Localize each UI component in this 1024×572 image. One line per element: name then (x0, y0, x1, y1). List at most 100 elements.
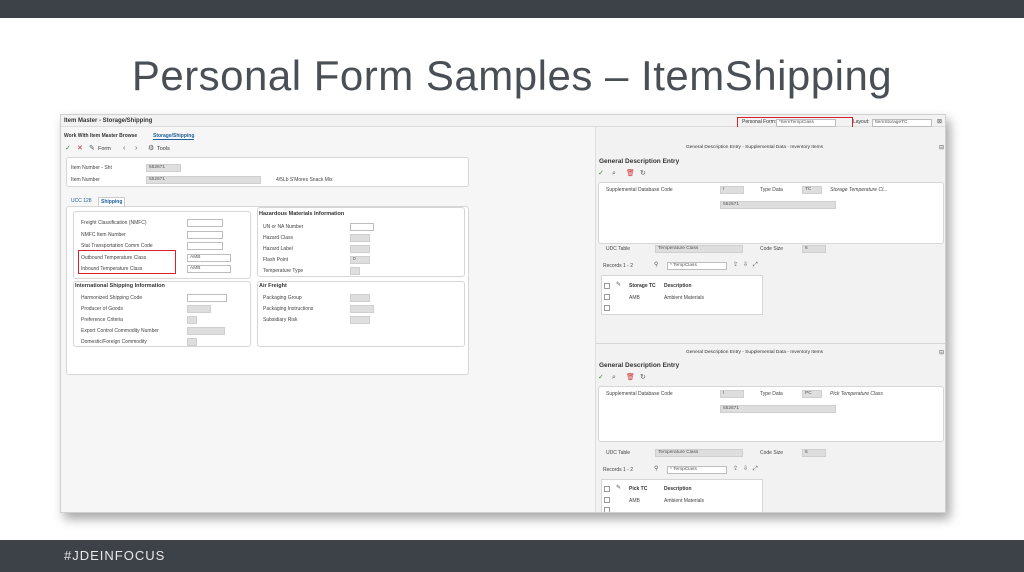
form-menu[interactable]: Form (98, 146, 111, 152)
item-number-field: 552671 (146, 176, 261, 184)
subsidiary-risk-field (350, 316, 370, 324)
tab-shipping[interactable]: Shipping (98, 197, 126, 206)
gde1-col-code: Storage TC (629, 283, 656, 289)
temperature-class-highlight (78, 250, 176, 274)
gde1-row-description: Ambient Materials (664, 295, 705, 301)
gde1-new-row-checkbox[interactable] (604, 305, 610, 311)
cancel-x-icon[interactable]: ✕ (77, 145, 83, 153)
gde1-type-data-desc: Storage Temperature Cl... (830, 187, 888, 193)
outbound-temp-select[interactable]: AMB (187, 254, 231, 262)
gde2-code-size-field: 6 (802, 449, 826, 457)
gde2-grid-format-select[interactable]: * TempClass (667, 466, 727, 474)
air-freight-header: Air Freight (259, 283, 287, 289)
gde2-code-size-value: 6 (805, 450, 808, 455)
hazard-label-field (350, 245, 370, 253)
gde2-records-label: Records 1 - 2 (603, 467, 634, 473)
gde2-expand-icon[interactable]: ⤢ (753, 465, 758, 473)
gde2-search-icon[interactable]: ⌕ (612, 374, 616, 382)
un-na-input[interactable] (350, 223, 374, 231)
gde1-import-icon[interactable]: ⇩ (743, 261, 748, 269)
tools-menu[interactable]: Tools (157, 146, 170, 152)
air-freight-panel (257, 281, 465, 347)
window-title: Item Master - Storage/Shipping (64, 118, 153, 124)
gde1-close-icon[interactable]: ⊟ (939, 144, 944, 152)
gde1-grid-format-select[interactable]: * TempClass (667, 262, 727, 270)
gde2-col-code: Pick TC (629, 486, 648, 492)
gde1-delete-icon[interactable]: 🗑 (626, 170, 635, 178)
flash-point-field: 0 (350, 256, 370, 264)
gde1-type-data-field: TC (802, 186, 822, 194)
gde2-delete-icon[interactable]: 🗑 (626, 374, 635, 382)
gde2-type-data-desc: Pick Temperature Class (830, 391, 883, 397)
tools-icon[interactable]: ⚙ (148, 145, 154, 153)
gde1-row-checkbox[interactable] (604, 294, 610, 300)
intl-panel (73, 281, 251, 347)
gde2-close-icon[interactable]: ⊟ (939, 349, 944, 357)
gde2-import-icon[interactable]: ⇩ (743, 465, 748, 473)
form-icon[interactable]: ✎ (89, 145, 95, 153)
gde1-select-all-checkbox[interactable] (604, 283, 610, 289)
producer-label: Producer of Goods (81, 306, 123, 312)
item-number-value: 552671 (149, 177, 166, 182)
gde2-new-row-checkbox[interactable] (604, 507, 610, 512)
gde2-refresh-icon[interactable]: ↻ (640, 374, 646, 382)
gde2-grid (601, 479, 763, 512)
gde1-title: General Description Entry (599, 158, 680, 165)
gde1-supp-code-field: I (720, 186, 744, 194)
packaging-instructions-label: Packaging Instructions (263, 306, 314, 312)
tab-ucc-128[interactable]: UCC 128 (71, 198, 92, 204)
slide-title: Personal Form Samples – ItemShipping (131, 52, 893, 99)
stat-comm-code-input[interactable] (187, 242, 223, 250)
breadcrumb-storage[interactable]: Storage/Shipping (153, 133, 195, 140)
packaging-group-label: Packaging Group (263, 295, 302, 301)
gde2-item-field: 552671 (720, 405, 836, 413)
layout-value: ItemStorageTC (875, 120, 908, 125)
gde2-export-icon[interactable]: ⇪ (733, 465, 738, 473)
close-icon[interactable]: ⊠ (937, 118, 942, 126)
gde1-supp-code-value: I (723, 187, 725, 192)
temperature-type-label: Temperature Type (263, 268, 304, 274)
gde2-select-all-checkbox[interactable] (604, 486, 610, 492)
previous-icon[interactable]: ‹ (123, 145, 125, 153)
producer-field (187, 305, 211, 313)
hazard-class-field (350, 234, 370, 242)
outbound-temp-value: AMB (190, 255, 201, 260)
flash-point-value: 0 (353, 257, 356, 262)
stat-comm-code-label: Stat Transportation Comm Code (81, 243, 153, 249)
ok-check-icon[interactable]: ✓ (65, 145, 71, 153)
gde1-supp-code-label: Supplemental Database Code (606, 187, 673, 193)
layout-select[interactable]: ItemStorageTC (872, 119, 932, 127)
domestic-foreign-label: Domestic/Foreign Commodity (81, 339, 147, 345)
gde2-window-title: General Description Entry - Supplemental… (686, 350, 824, 355)
next-icon[interactable]: › (135, 145, 137, 153)
gde1-filter-icon[interactable]: ⚲ (654, 261, 658, 269)
gde2-filter-icon[interactable]: ⚲ (654, 465, 658, 473)
app-screenshot: Item Master - Storage/Shipping Personal … (60, 114, 946, 513)
hashtag: #JDEINFOCUS (64, 548, 166, 563)
gde1-col-description: Description (664, 283, 692, 289)
packaging-instructions-field (350, 305, 374, 313)
gde1-search-icon[interactable]: ⌕ (612, 170, 616, 178)
gde2-ok-icon[interactable]: ✓ (598, 374, 604, 382)
gde1-export-icon[interactable]: ⇪ (733, 261, 738, 269)
domestic-foreign-field (187, 338, 197, 346)
gde1-expand-icon[interactable]: ⤢ (753, 261, 758, 269)
subsidiary-risk-label: Subsidiary Risk (263, 317, 298, 323)
gde1-window-title: General Description Entry - Supplemental… (686, 145, 824, 150)
inbound-temp-value: AMB (190, 266, 201, 271)
freight-class-label: Freight Classification (NMFC) (81, 220, 147, 226)
gde1-refresh-icon[interactable]: ↻ (640, 170, 646, 178)
harmonized-input[interactable] (187, 294, 227, 302)
gde1-ok-icon[interactable]: ✓ (598, 170, 604, 178)
flash-point-label: Flash Point (263, 257, 289, 263)
gde2-row-checkbox[interactable] (604, 497, 610, 503)
nmfc-item-input[interactable] (187, 231, 223, 239)
top-bar (0, 0, 1024, 18)
freight-class-select[interactable] (187, 219, 223, 227)
inbound-temp-select[interactable]: AMB (187, 265, 231, 273)
breadcrumb-browse[interactable]: Work With Item Master Browse (64, 133, 137, 139)
temperature-type-field (350, 267, 360, 275)
gde1-code-size-label: Code Size (760, 246, 784, 252)
gde1-records-label: Records 1 - 2 (603, 263, 634, 269)
gde2-supp-code-label: Supplemental Database Code (606, 391, 673, 397)
